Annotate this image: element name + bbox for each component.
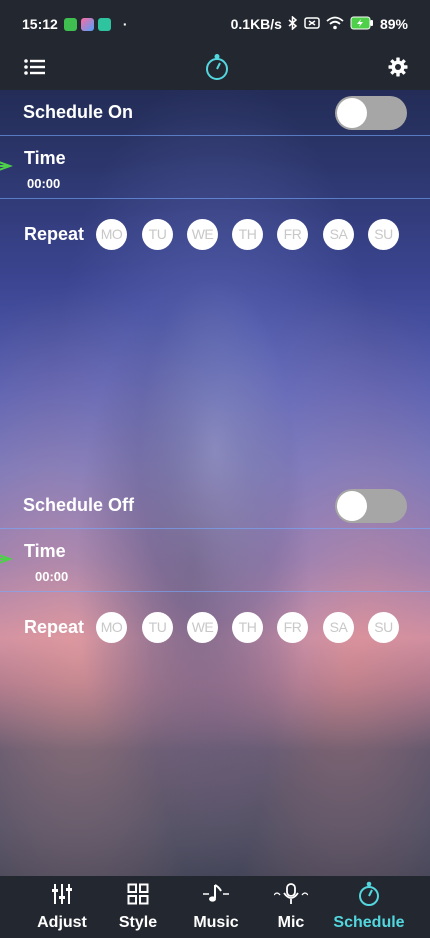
- day-mo-button[interactable]: MO: [96, 611, 127, 643]
- chevron-right-icon: [0, 554, 13, 564]
- schedule-off-time-value: 00:00: [35, 569, 69, 584]
- schedule-on-repeat-row: Repeat MO TU WE TH FR SA SU: [0, 214, 430, 254]
- bluetooth-icon: [288, 14, 298, 33]
- system-status-bar: 15:12 · 0.1KB/s 89%: [0, 0, 430, 48]
- sim-off-icon: [304, 16, 320, 33]
- toggle-knob: [337, 97, 367, 128]
- day-th-button[interactable]: TH: [232, 611, 263, 643]
- schedule-off-label: Schedule Off: [23, 495, 135, 515]
- day-su-button[interactable]: SU: [368, 218, 399, 250]
- tab-music[interactable]: Music: [186, 876, 246, 938]
- shield-notification-icon: [97, 17, 111, 31]
- day-th-button[interactable]: TH: [232, 218, 263, 250]
- tab-adjust[interactable]: Adjust: [30, 876, 94, 938]
- sliders-icon: [51, 882, 73, 906]
- gear-icon[interactable]: [388, 57, 408, 82]
- day-fr-button[interactable]: FR: [277, 611, 308, 643]
- day-we-button[interactable]: WE: [187, 218, 218, 250]
- wechat-notification-icon: [63, 17, 77, 31]
- status-dot: ·: [122, 16, 128, 32]
- schedule-off-toggle[interactable]: [335, 488, 407, 523]
- app-top-bar: [0, 48, 430, 90]
- tab-style[interactable]: Style: [110, 876, 166, 938]
- schedule-on-toggle[interactable]: [335, 95, 407, 130]
- day-we-button[interactable]: WE: [187, 611, 218, 643]
- day-sa-button[interactable]: SA: [323, 218, 354, 250]
- schedule-on-row: Schedule On: [0, 90, 430, 136]
- schedule-on-time-value: 00:00: [27, 176, 61, 191]
- day-fr-button[interactable]: FR: [277, 218, 308, 250]
- music-note-icon: [203, 882, 229, 906]
- day-sa-button[interactable]: SA: [323, 611, 354, 643]
- tab-style-label: Style: [118, 914, 158, 931]
- schedule-off-row: Schedule Off: [0, 483, 430, 529]
- day-su-button[interactable]: SU: [368, 611, 399, 643]
- schedule-off-repeat-row: Repeat MO TU WE TH FR SA SU: [0, 607, 430, 647]
- grid-icon: [127, 882, 149, 906]
- day-mo-button[interactable]: MO: [96, 218, 127, 250]
- tab-adjust-label: Adjust: [37, 914, 87, 931]
- schedule-off-time-row[interactable]: Time 00:00: [0, 529, 430, 592]
- tab-mic[interactable]: Mic: [263, 876, 319, 938]
- day-tu-button[interactable]: TU: [142, 218, 173, 250]
- battery-percent: 89%: [379, 16, 408, 32]
- list-icon[interactable]: [24, 58, 46, 81]
- tab-schedule[interactable]: Schedule: [330, 876, 408, 938]
- schedule-on-time-label: Time: [24, 148, 66, 168]
- schedule-off-time-label: Time: [24, 541, 66, 561]
- tab-music-label: Music: [193, 914, 239, 931]
- chevron-right-icon: [0, 161, 13, 171]
- day-tu-button[interactable]: TU: [142, 611, 173, 643]
- tab-schedule-label: Schedule: [333, 914, 405, 931]
- wifi-icon: [326, 16, 344, 33]
- microphone-icon: [274, 882, 308, 906]
- status-indicators: 0.1KB/s 89%: [230, 14, 408, 33]
- tab-mic-label: Mic: [277, 914, 305, 931]
- timer-icon: [204, 53, 230, 86]
- battery-charging-icon: [350, 16, 374, 33]
- schedule-on-repeat-label: Repeat: [24, 223, 85, 244]
- status-time: 15:12: [22, 16, 58, 32]
- network-speed: 0.1KB/s: [230, 16, 282, 32]
- gallery-notification-icon: [80, 17, 94, 31]
- schedule-off-repeat-label: Repeat: [24, 616, 85, 637]
- schedule-on-label: Schedule On: [23, 102, 134, 122]
- schedule-on-time-row[interactable]: Time 00:00: [0, 136, 430, 199]
- toggle-knob: [337, 490, 367, 521]
- bottom-tab-bar: Adjust Style Music Mic Schedule: [0, 876, 430, 938]
- timer-icon: [357, 881, 381, 906]
